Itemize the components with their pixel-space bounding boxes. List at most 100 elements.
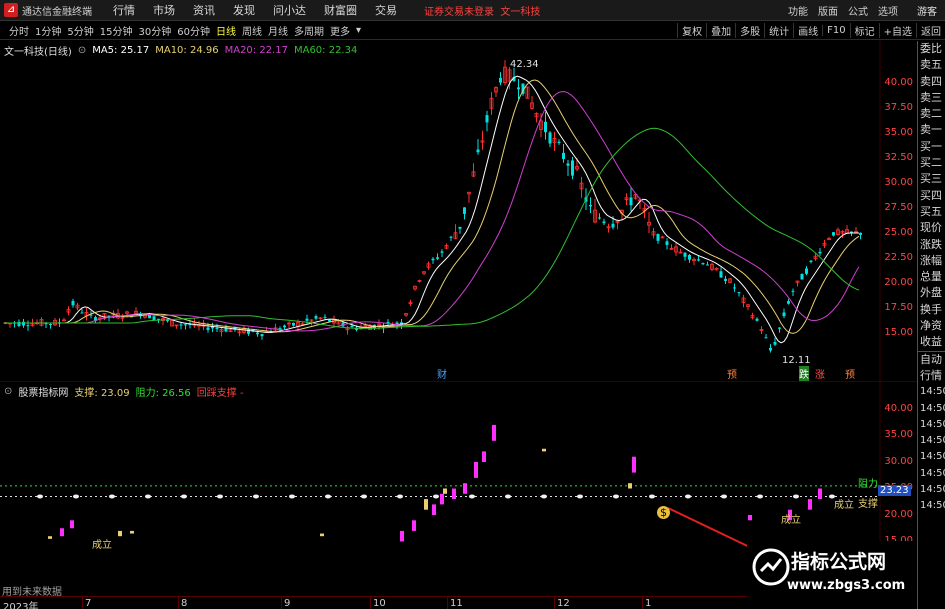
quote-item[interactable]: 卖五 (918, 57, 945, 73)
menu-function[interactable]: 功能 (783, 3, 813, 18)
candle (571, 156, 574, 180)
quote-item[interactable]: 卖三 (918, 90, 945, 106)
quote-item[interactable]: 买五 (918, 204, 945, 220)
quote-item[interactable]: 现价 (918, 220, 945, 236)
low-price-label: 12.11 (782, 355, 811, 366)
candle (552, 131, 557, 152)
period-60min[interactable]: 60分钟 (174, 23, 213, 38)
quote-item[interactable]: 涨跌 (918, 237, 945, 253)
quote-item[interactable]: 自动 (918, 350, 945, 368)
menu-quotes[interactable]: 行情 (104, 2, 144, 18)
x-label: 11 (450, 598, 463, 609)
tool-adjust[interactable]: 复权 (677, 23, 706, 38)
quote-item[interactable]: 外盘 (918, 285, 945, 301)
settings-icon[interactable]: ⊙ (4, 386, 12, 397)
quote-item[interactable]: 涨幅 (918, 253, 945, 269)
tool-draw[interactable]: 画线 (793, 23, 822, 38)
period-daily[interactable]: 日线 (213, 23, 239, 38)
menu-layout[interactable]: 版面 (813, 3, 843, 18)
quote-item[interactable]: 总量 (918, 269, 945, 285)
menu-news[interactable]: 资讯 (184, 2, 224, 18)
quote-item[interactable]: 卖一 (918, 122, 945, 138)
candle (26, 320, 30, 331)
quote-item[interactable]: 卖二 (918, 106, 945, 122)
tick-time: 14:50 (920, 386, 945, 398)
indicator-bar (400, 530, 404, 542)
login-notice[interactable]: 证券交易未登录 文一科技 (424, 3, 540, 18)
resistance-value: 阻力: 26.56 (135, 388, 191, 399)
quote-item[interactable]: 买四 (918, 188, 945, 204)
tool-back[interactable]: 返回 (916, 23, 945, 38)
candle (534, 112, 539, 123)
candle (530, 96, 534, 110)
x-tick (447, 597, 448, 609)
menu-wealth[interactable]: 财富圈 (315, 2, 366, 18)
y-label: 15.00 (884, 327, 913, 338)
quote-item[interactable]: 行情 (918, 368, 945, 384)
period-more[interactable]: 更多 (327, 23, 353, 38)
quote-item[interactable]: 买二 (918, 155, 945, 171)
period-30min[interactable]: 30分钟 (135, 23, 174, 38)
period-1min[interactable]: 1分钟 (32, 23, 64, 38)
tool-overlay[interactable]: 叠加 (706, 23, 735, 38)
candle (769, 344, 772, 353)
event-marker-forecast[interactable]: 预 (727, 366, 737, 381)
quote-item[interactable]: 净资 (918, 318, 945, 334)
candle (598, 213, 601, 220)
watermark-url: www.zbgs3.com (787, 578, 906, 593)
candle (692, 257, 696, 266)
candle (589, 197, 592, 214)
period-multi[interactable]: 多周期 (291, 23, 327, 38)
menu-discover[interactable]: 发现 (224, 2, 264, 18)
period-weekly[interactable]: 周线 (239, 23, 265, 38)
y-label: 17.50 (884, 302, 913, 313)
establish-label: 成立 (781, 515, 801, 526)
candle (525, 86, 530, 99)
tool-f10[interactable]: F10 (822, 25, 849, 36)
candle (548, 131, 552, 148)
x-tick (554, 597, 555, 609)
chevron-down-icon[interactable]: ▾ (353, 25, 364, 36)
candle (827, 236, 831, 240)
tool-mark[interactable]: 标记 (849, 23, 879, 38)
period-15min[interactable]: 15分钟 (97, 23, 136, 38)
indicator-bar (443, 488, 447, 494)
period-tick[interactable]: 分时 (6, 23, 32, 38)
quote-item[interactable]: 收益 (918, 334, 945, 350)
candle (782, 308, 786, 319)
quote-item[interactable]: 委比 (918, 41, 945, 57)
settings-icon[interactable]: ⊙ (78, 45, 86, 56)
support-dot (217, 494, 223, 499)
guest-label[interactable]: 游客 (917, 3, 937, 18)
kline-chart[interactable]: 文一科技(日线) ⊙ MA5: 25.17 MA10: 24.96 MA20: … (0, 41, 917, 381)
period-5min[interactable]: 5分钟 (64, 23, 96, 38)
event-marker-forecast-2[interactable]: 预 (845, 366, 855, 381)
candle (480, 130, 485, 150)
event-marker-rise[interactable]: 涨 (815, 366, 825, 381)
support-dot (325, 494, 331, 499)
menu-market[interactable]: 市场 (144, 2, 184, 18)
event-marker-drop[interactable]: 跌 (799, 366, 809, 381)
period-monthly[interactable]: 月线 (265, 23, 291, 38)
quote-item[interactable]: 换手 (918, 302, 945, 318)
tool-stats[interactable]: 统计 (764, 23, 793, 38)
candle (53, 318, 57, 326)
candle (750, 312, 755, 320)
y-label: 40.00 (884, 403, 913, 414)
menu-options[interactable]: 选项 (873, 3, 903, 18)
indicator-bar (482, 451, 486, 462)
high-price-label: 42.34 (510, 59, 539, 70)
quote-item[interactable]: 买一 (918, 139, 945, 155)
menu-ask[interactable]: 问小达 (264, 2, 315, 18)
tool-add-watchlist[interactable]: +自选 (878, 23, 916, 38)
event-marker-finance[interactable]: 财 (437, 366, 447, 381)
candle (674, 242, 678, 256)
tool-multi-stock[interactable]: 多股 (735, 23, 764, 38)
menu-formula[interactable]: 公式 (843, 3, 873, 18)
quote-item[interactable]: 卖四 (918, 74, 945, 90)
app-logo-icon: ⊿ (4, 3, 18, 17)
menu-trade[interactable]: 交易 (366, 2, 406, 18)
quote-item[interactable]: 买三 (918, 171, 945, 187)
watermark-title: 指标公式网 (791, 551, 887, 573)
y-label: 40.00 (884, 77, 913, 88)
